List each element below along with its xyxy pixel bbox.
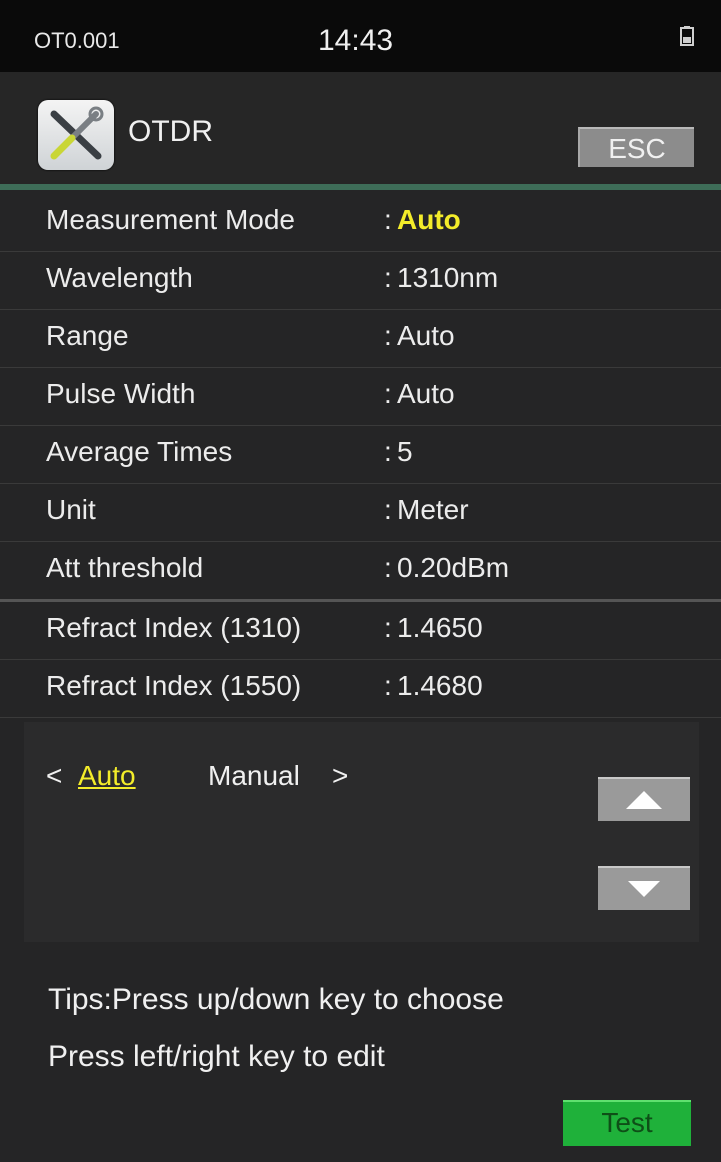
option-manual[interactable]: Manual — [208, 760, 300, 792]
device-id: OT0.001 — [34, 28, 120, 53]
option-auto[interactable]: Auto — [78, 760, 136, 792]
setting-value: Auto — [397, 378, 455, 409]
triangle-up-icon — [626, 791, 662, 809]
setting-row-refract-index-1550[interactable]: Refract Index (1550) : 1.4680 — [0, 660, 721, 718]
triangle-down-icon — [628, 881, 660, 897]
setting-separator: : — [384, 552, 392, 583]
setting-label: Att threshold — [46, 552, 204, 583]
setting-label: Average Times — [46, 436, 233, 467]
setting-separator: : — [384, 494, 392, 525]
setting-row-att-threshold[interactable]: Att threshold : 0.20dBm — [0, 542, 721, 602]
setting-row-measurement-mode[interactable]: Measurement Mode : Auto — [0, 194, 721, 252]
setting-label: Wavelength — [46, 262, 193, 293]
setting-label: Refract Index (1550) — [46, 670, 302, 701]
setting-separator: : — [384, 204, 392, 235]
setting-row-refract-index-1310[interactable]: Refract Index (1310) : 1.4650 — [0, 602, 721, 660]
option-right-marker: > — [332, 760, 349, 791]
page-title: OTDR — [128, 115, 213, 148]
setting-row-average-times[interactable]: Average Times : 5 — [0, 426, 721, 484]
setting-separator: : — [384, 670, 392, 701]
option-left-marker: < — [46, 760, 63, 791]
setting-separator: : — [384, 378, 392, 409]
tools-icon — [38, 100, 114, 170]
tips-line-2: Press left/right key to edit — [48, 1040, 385, 1073]
setting-row-pulse-width[interactable]: Pulse Width : Auto — [0, 368, 721, 426]
setting-row-unit[interactable]: Unit : Meter — [0, 484, 721, 542]
otdr-screen: OT0.001 14:43 OTDR ESC Measurement Mode … — [0, 0, 721, 1162]
setting-label: Unit — [46, 494, 96, 525]
header-divider — [0, 184, 721, 190]
settings-list: Measurement Mode : Auto Wavelength : 131… — [0, 194, 721, 718]
setting-separator: : — [384, 436, 392, 467]
scroll-up-button[interactable] — [598, 777, 690, 821]
setting-value: 1.4650 — [397, 612, 483, 643]
setting-label: Refract Index (1310) — [46, 612, 302, 643]
setting-value: Meter — [397, 494, 469, 525]
setting-value: Auto — [397, 204, 461, 235]
esc-button[interactable]: ESC — [578, 127, 694, 167]
setting-label: Pulse Width — [46, 378, 196, 409]
setting-value: 5 — [397, 436, 413, 467]
tips-line-1: Tips:Press up/down key to choose — [48, 983, 504, 1016]
setting-separator: : — [384, 320, 392, 351]
setting-row-wavelength[interactable]: Wavelength : 1310nm — [0, 252, 721, 310]
setting-label: Measurement Mode — [46, 204, 296, 235]
test-button[interactable]: Test — [563, 1100, 691, 1146]
setting-value: 1.4680 — [397, 670, 483, 701]
clock: 14:43 — [318, 24, 394, 57]
battery-icon — [680, 26, 694, 46]
scroll-down-button[interactable] — [598, 866, 690, 910]
setting-separator: : — [384, 612, 392, 643]
setting-row-range[interactable]: Range : Auto — [0, 310, 721, 368]
setting-label: Range — [46, 320, 129, 351]
setting-value: 1310nm — [397, 262, 499, 293]
setting-value: 0.20dBm — [397, 552, 510, 583]
status-bar: OT0.001 14:43 — [0, 0, 721, 72]
setting-separator: : — [384, 262, 392, 293]
setting-value: Auto — [397, 320, 455, 351]
